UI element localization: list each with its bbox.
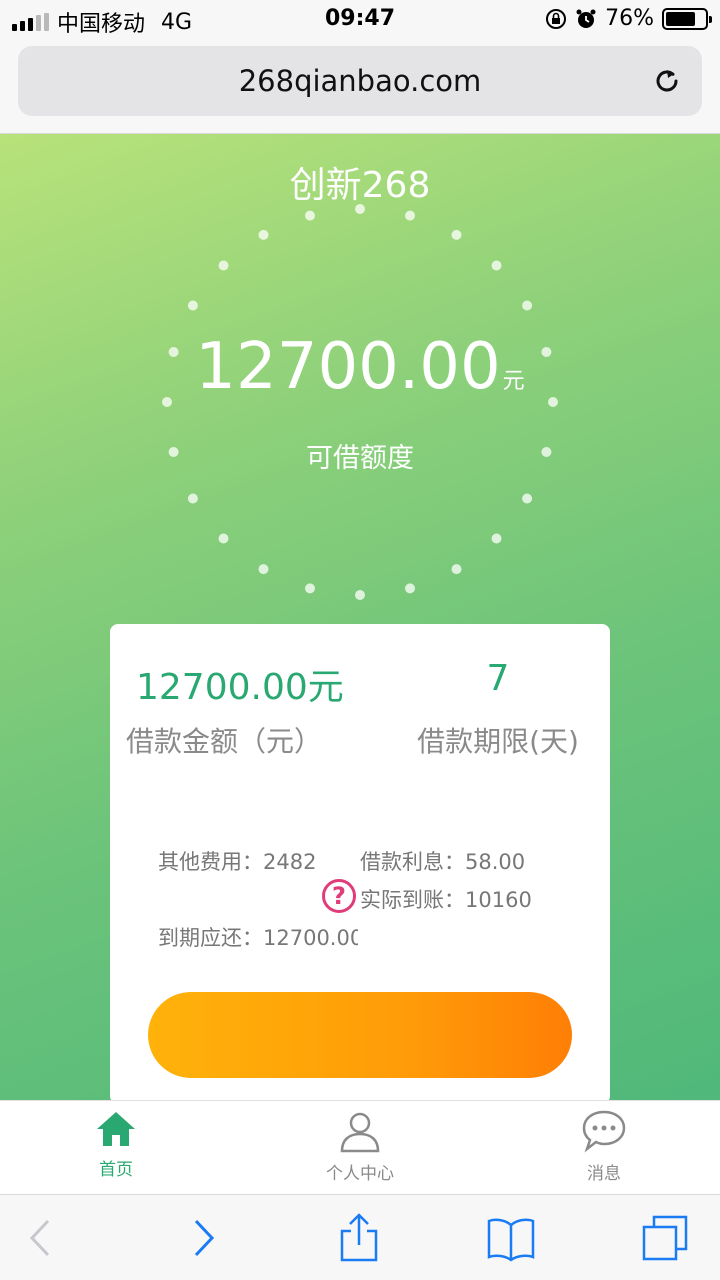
due-amount-value: 12700.00	[263, 926, 358, 950]
credit-amount-label: 可借额度	[306, 443, 414, 474]
home-icon	[97, 1112, 135, 1146]
loan-term-value: 7	[486, 658, 510, 699]
ring-dot	[451, 229, 462, 240]
reload-icon[interactable]	[650, 64, 684, 98]
ring-dot	[258, 229, 269, 240]
bottom-tab-bar: 首页 个人中心 消息	[0, 1100, 720, 1194]
actual-received-label: 实际到账：	[360, 888, 465, 912]
hero-section: 创新268 12700.00元 可借额度 12700.00元 借款金额（元） 7…	[0, 134, 720, 1104]
battery-percent: 76%	[605, 6, 654, 31]
ring-dot	[522, 300, 533, 311]
ring-dot	[405, 210, 415, 221]
tab-messages-label: 消息	[587, 1164, 621, 1184]
tab-profile-label: 个人中心	[326, 1164, 394, 1184]
ring-dot	[218, 260, 229, 271]
orientation-lock-icon	[546, 8, 567, 29]
tab-profile[interactable]: 个人中心	[280, 1109, 440, 1184]
ring-dot	[405, 583, 415, 594]
loan-card: 12700.00元 借款金额（元） 7 借款期限(天) 其他费用：2482 借款…	[110, 624, 610, 1104]
interest-row: 借款利息：58.00	[360, 846, 525, 876]
interest-label: 借款利息：	[360, 850, 465, 874]
due-amount-label: 到期应还：	[158, 926, 263, 950]
status-right: 76%	[545, 6, 712, 31]
help-icon[interactable]: ?	[322, 879, 356, 913]
apply-button[interactable]	[148, 992, 572, 1078]
bookmarks-icon[interactable]	[486, 1213, 536, 1263]
ring-dot	[522, 493, 533, 504]
user-icon	[340, 1112, 380, 1153]
ring-dot	[187, 300, 198, 311]
battery-icon	[662, 7, 712, 30]
forward-icon[interactable]	[178, 1213, 228, 1263]
browser-toolbar	[0, 1194, 720, 1280]
ring-dot	[355, 590, 365, 600]
loan-term-block: 7 借款期限(天)	[378, 658, 618, 760]
ring-dot	[355, 204, 365, 214]
ring-dot	[305, 210, 315, 221]
ring-dot	[491, 533, 502, 544]
credit-amount-value: 12700.00	[195, 330, 501, 404]
ring-dot	[451, 564, 462, 575]
ring-dot	[305, 583, 315, 594]
other-fees-value: 2482	[263, 850, 317, 874]
tab-home-label: 首页	[99, 1160, 133, 1180]
ring-dot	[218, 533, 229, 544]
back-icon[interactable]	[18, 1213, 68, 1263]
tab-messages[interactable]: 消息	[524, 1109, 684, 1184]
alarm-icon	[576, 9, 596, 28]
actual-received-row: 实际到账：10160	[360, 884, 532, 914]
chat-icon	[582, 1110, 626, 1153]
ring-dot	[258, 564, 269, 575]
ring-dot	[491, 260, 502, 271]
loan-amount-label: 借款金额（元）	[126, 725, 323, 758]
tabs-icon[interactable]	[640, 1213, 690, 1263]
credit-amount-unit: 元	[502, 369, 525, 394]
other-fees-label: 其他费用：	[158, 850, 263, 874]
other-fees-row: 其他费用：2482	[158, 846, 316, 876]
actual-received-value: 10160	[465, 888, 532, 912]
loan-term-label: 借款期限(天)	[417, 725, 579, 758]
browser-address-area: 268qianbao.com	[0, 40, 720, 134]
tab-home[interactable]: 首页	[36, 1109, 196, 1180]
address-bar[interactable]: 268qianbao.com	[18, 46, 702, 116]
status-bar: 中国移动 4G 09:47 76%	[0, 0, 720, 40]
ring-dot	[187, 493, 198, 504]
interest-value: 58.00	[465, 850, 526, 874]
share-icon[interactable]	[334, 1213, 384, 1263]
loan-amount-value: 12700.00元	[136, 667, 344, 708]
credit-amount: 12700.00元	[0, 330, 720, 404]
url-text[interactable]: 268qianbao.com	[18, 64, 702, 98]
loan-amount-block: 12700.00元 借款金额（元）	[126, 658, 366, 760]
due-amount-row: 到期应还：12700.00	[158, 922, 358, 952]
